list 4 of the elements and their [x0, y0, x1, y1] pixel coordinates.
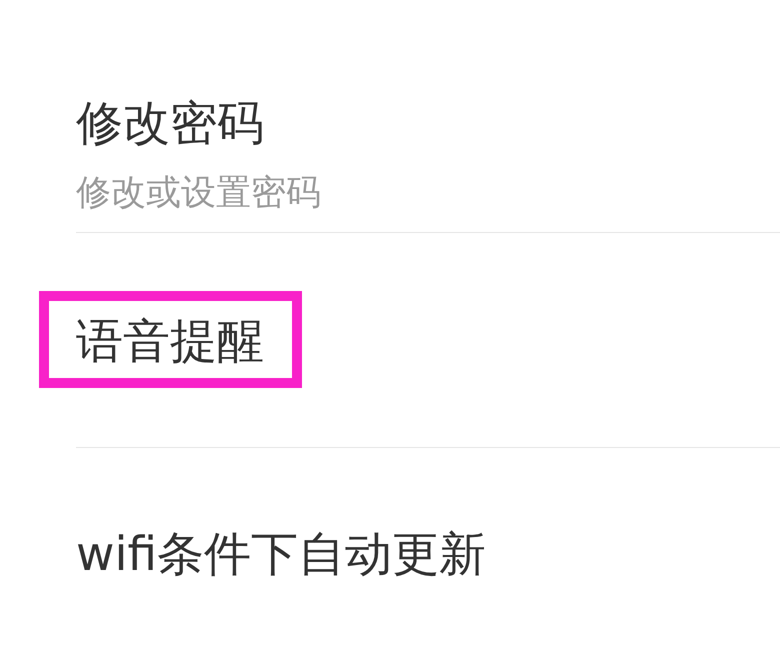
setting-title[interactable]: wifi条件下自动更新 [76, 527, 486, 582]
setting-title[interactable]: 修改密码 [76, 96, 264, 151]
setting-title[interactable]: 语音提醒 [76, 314, 264, 369]
setting-subtitle: 修改或设置密码 [76, 172, 321, 214]
